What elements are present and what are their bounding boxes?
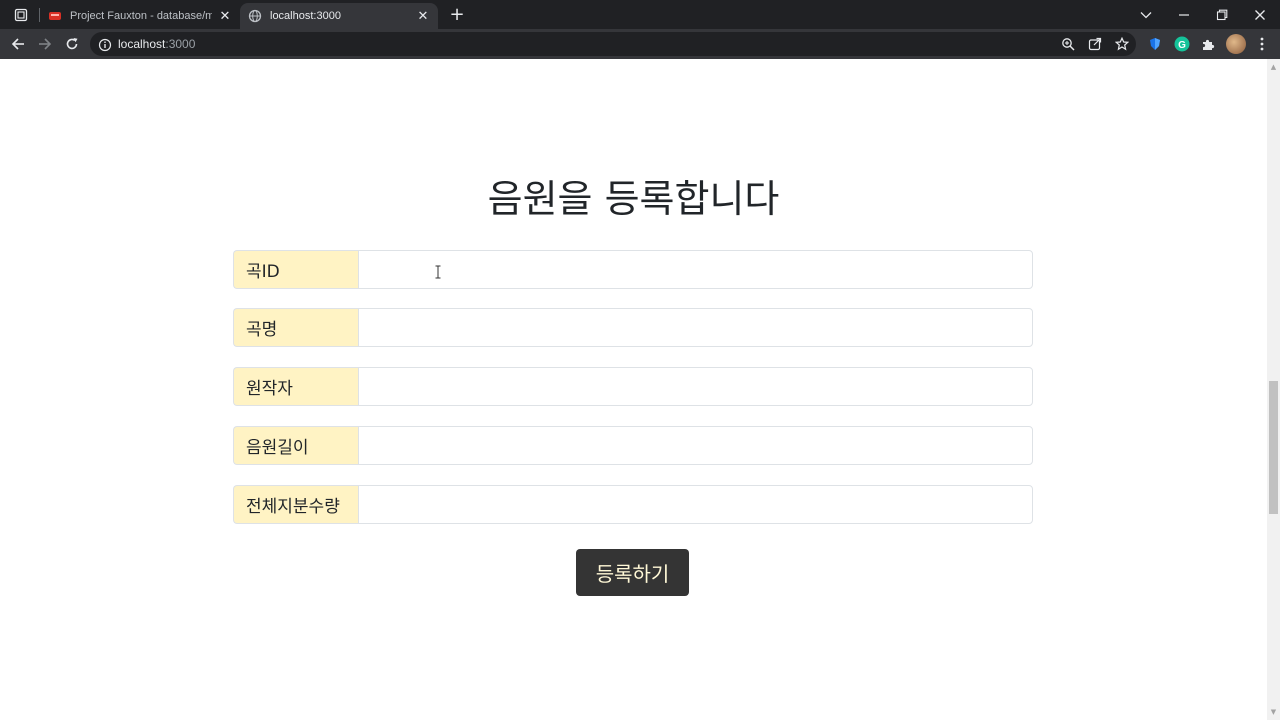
field-label: 음원길이 bbox=[233, 426, 358, 465]
field-label: 곡ID bbox=[233, 250, 358, 289]
close-window-icon[interactable] bbox=[1241, 0, 1279, 29]
close-tab-icon[interactable]: ✕ bbox=[218, 8, 232, 23]
text-cursor-icon bbox=[434, 264, 442, 279]
total-shares-input[interactable] bbox=[358, 485, 1033, 524]
tab-strip: Project Fauxton - database/msh ✕ localho… bbox=[0, 0, 1280, 29]
tab-search-dropdown-icon[interactable] bbox=[1127, 0, 1165, 29]
page-title: 음원을 등록합니다 bbox=[487, 177, 780, 221]
zoom-icon[interactable] bbox=[1060, 36, 1076, 52]
song-name-input[interactable] bbox=[358, 308, 1033, 347]
extension-shield-icon[interactable] bbox=[1147, 36, 1163, 52]
scrollbar-thumb[interactable] bbox=[1269, 381, 1278, 514]
register-button[interactable]: 등록하기 bbox=[576, 549, 689, 596]
tab-localhost[interactable]: localhost:3000 ✕ bbox=[240, 3, 438, 29]
browser-toolbar: localhost:3000 G bbox=[0, 29, 1280, 59]
restore-icon[interactable] bbox=[1203, 0, 1241, 29]
scroll-up-arrow-icon[interactable]: ▲ bbox=[1268, 62, 1279, 72]
field-label: 곡명 bbox=[233, 308, 358, 347]
length-input[interactable] bbox=[358, 426, 1033, 465]
share-icon[interactable] bbox=[1087, 36, 1103, 52]
tab-search-icon[interactable] bbox=[10, 6, 32, 24]
address-bar[interactable]: localhost:3000 bbox=[90, 32, 1136, 56]
field-label: 전체지분수량 bbox=[233, 485, 358, 524]
site-info-icon[interactable] bbox=[98, 37, 112, 52]
url-host: localhost bbox=[118, 37, 166, 51]
field-label: 원작자 bbox=[233, 367, 358, 406]
author-input[interactable] bbox=[358, 367, 1033, 406]
tab-title: localhost:3000 bbox=[270, 10, 341, 22]
field-row-song-name: 곡명 bbox=[233, 308, 1033, 347]
new-tab-button[interactable]: + bbox=[447, 5, 467, 25]
svg-text:G: G bbox=[1178, 40, 1186, 51]
url-port: :3000 bbox=[165, 37, 196, 51]
field-row-total-shares: 전체지분수량 bbox=[233, 485, 1033, 524]
fauxton-logo-icon bbox=[48, 9, 62, 23]
profile-avatar[interactable] bbox=[1226, 34, 1246, 54]
reload-icon[interactable] bbox=[62, 34, 82, 54]
bookmark-star-icon[interactable] bbox=[1114, 36, 1130, 52]
forward-arrow-icon[interactable] bbox=[35, 34, 55, 54]
url-text[interactable]: localhost:3000 bbox=[118, 36, 195, 52]
minimize-icon[interactable] bbox=[1165, 0, 1203, 29]
scroll-down-arrow-icon[interactable]: ▼ bbox=[1268, 707, 1279, 717]
close-tab-icon[interactable]: ✕ bbox=[416, 8, 430, 23]
extensions-puzzle-icon[interactable] bbox=[1200, 36, 1216, 52]
song-id-input[interactable] bbox=[358, 250, 1033, 289]
back-arrow-icon[interactable] bbox=[8, 34, 28, 54]
field-row-length: 음원길이 bbox=[233, 426, 1033, 465]
tab-title: Project Fauxton - database/msh bbox=[70, 10, 212, 22]
tab-fauxton[interactable]: Project Fauxton - database/msh ✕ bbox=[40, 3, 240, 29]
globe-icon bbox=[248, 9, 262, 23]
field-row-author: 원작자 bbox=[233, 367, 1033, 406]
kebab-menu-icon[interactable] bbox=[1254, 36, 1270, 52]
field-row-song-id: 곡ID bbox=[233, 250, 1033, 289]
grammarly-icon[interactable]: G bbox=[1174, 36, 1190, 52]
